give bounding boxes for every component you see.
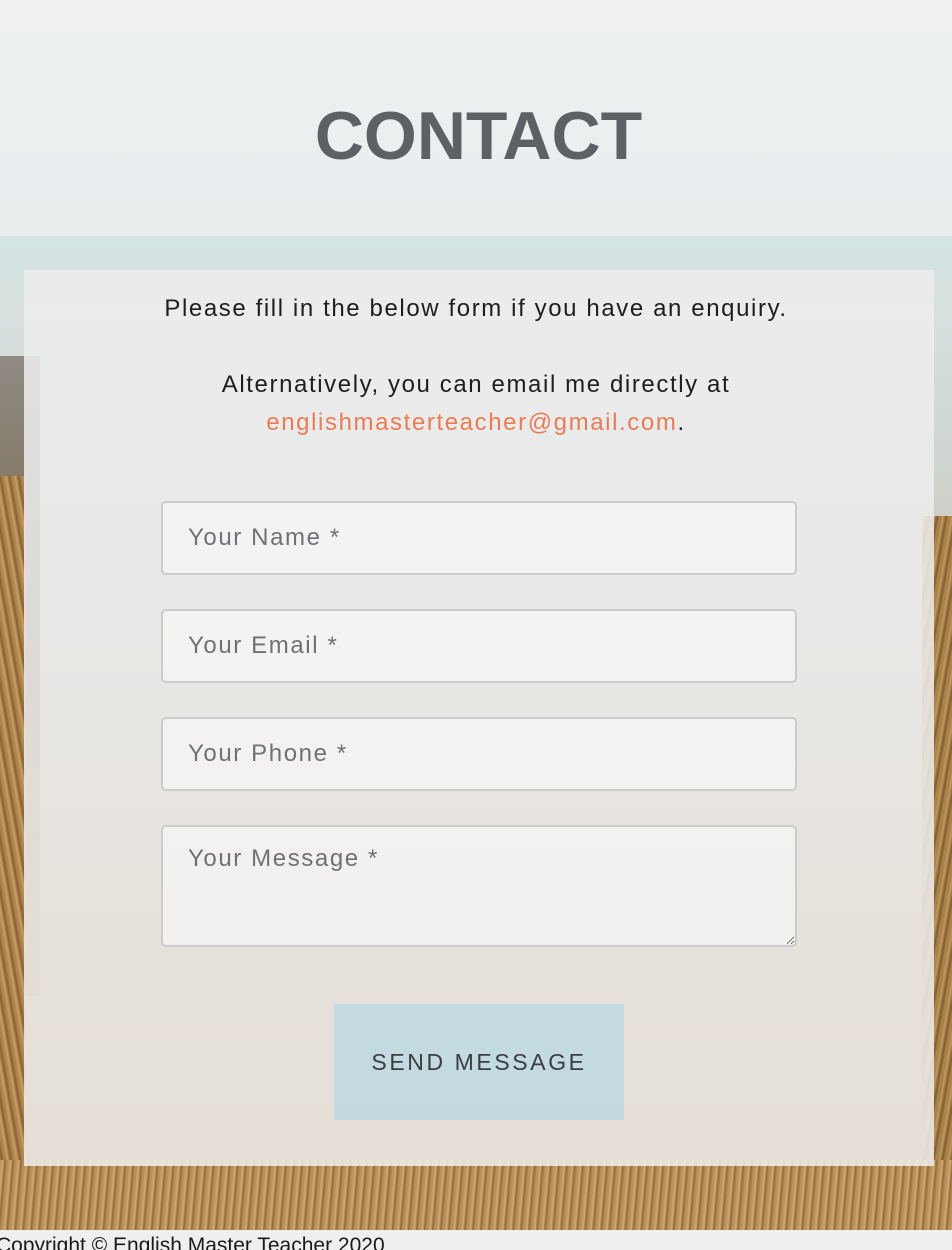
copyright-text: Copyright © English Master Teacher 2020 — [0, 1234, 385, 1250]
email-link[interactable]: englishmasterteacher@gmail.com — [266, 409, 677, 436]
phone-field[interactable] — [161, 717, 797, 791]
intro-line-2: Alternatively, you can email me directly… — [221, 371, 731, 398]
background-grass-bottom — [0, 1160, 952, 1230]
message-field[interactable] — [161, 825, 797, 947]
send-message-button[interactable]: SEND MESSAGE — [334, 1004, 624, 1120]
background-grass-left — [0, 476, 26, 1230]
name-field[interactable] — [161, 501, 797, 575]
intro-trailing-period: . — [677, 409, 686, 436]
intro-email-line: englishmasterteacher@gmail.com. — [0, 404, 952, 442]
page-header: CONTACT — [0, 0, 952, 236]
footer: Copyright © English Master Teacher 2020 — [0, 1230, 952, 1250]
email-field[interactable] — [161, 609, 797, 683]
intro-line-1: Please fill in the below form if you hav… — [164, 295, 788, 322]
contact-page: CONTACT Please fill in the below form if… — [0, 0, 952, 1250]
intro-text: Please fill in the below form if you hav… — [0, 290, 952, 442]
page-title: CONTACT — [314, 98, 643, 174]
